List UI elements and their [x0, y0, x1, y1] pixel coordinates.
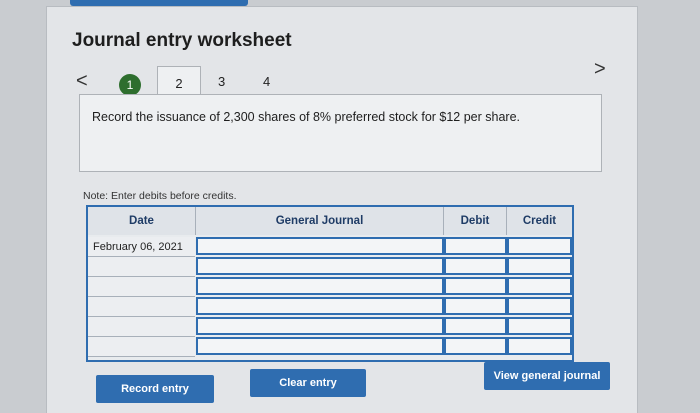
- page-title: Journal entry worksheet: [72, 30, 292, 51]
- debit-input[interactable]: [444, 257, 507, 275]
- debit-input[interactable]: [444, 297, 507, 315]
- journal-entry-table: Date General Journal Debit Credit Februa…: [86, 205, 574, 362]
- record-entry-button[interactable]: Record entry: [96, 375, 214, 403]
- credit-input[interactable]: [507, 337, 572, 355]
- date-cell[interactable]: February 06, 2021: [88, 237, 195, 257]
- next-arrow-icon[interactable]: >: [594, 58, 606, 81]
- column-header-general-journal: General Journal: [196, 207, 444, 235]
- column-header-date: Date: [88, 207, 196, 235]
- account-input[interactable]: [196, 317, 444, 335]
- view-general-journal-button[interactable]: View general journal: [484, 362, 610, 390]
- tab-step-3[interactable]: 3: [218, 74, 225, 89]
- debit-input[interactable]: [444, 237, 507, 255]
- date-cell[interactable]: [88, 257, 195, 277]
- debit-input[interactable]: [444, 337, 507, 355]
- account-input[interactable]: [196, 297, 444, 315]
- credit-input[interactable]: [507, 297, 572, 315]
- credit-input[interactable]: [507, 277, 572, 295]
- account-input[interactable]: [196, 337, 444, 355]
- account-input[interactable]: [196, 257, 444, 275]
- date-cell[interactable]: [88, 337, 195, 357]
- instruction-note: Note: Enter debits before credits.: [83, 190, 237, 202]
- question-text: Record the issuance of 2,300 shares of 8…: [92, 110, 521, 124]
- date-column: February 06, 2021: [88, 235, 196, 360]
- column-header-credit: Credit: [507, 207, 572, 235]
- date-cell[interactable]: [88, 297, 195, 317]
- previous-arrow-icon[interactable]: <: [76, 70, 88, 93]
- column-header-debit: Debit: [444, 207, 507, 235]
- account-input[interactable]: [196, 277, 444, 295]
- date-cell[interactable]: [88, 317, 195, 337]
- tab-step-4[interactable]: 4: [263, 74, 270, 89]
- credit-input[interactable]: [507, 257, 572, 275]
- date-cell[interactable]: [88, 277, 195, 297]
- clear-entry-button[interactable]: Clear entry: [250, 369, 366, 397]
- step-1-complete[interactable]: 1: [119, 74, 141, 96]
- credit-input[interactable]: [507, 317, 572, 335]
- credit-input[interactable]: [507, 237, 572, 255]
- question-panel: Record the issuance of 2,300 shares of 8…: [79, 94, 602, 172]
- debit-input[interactable]: [444, 317, 507, 335]
- debit-input[interactable]: [444, 277, 507, 295]
- account-input[interactable]: [196, 237, 444, 255]
